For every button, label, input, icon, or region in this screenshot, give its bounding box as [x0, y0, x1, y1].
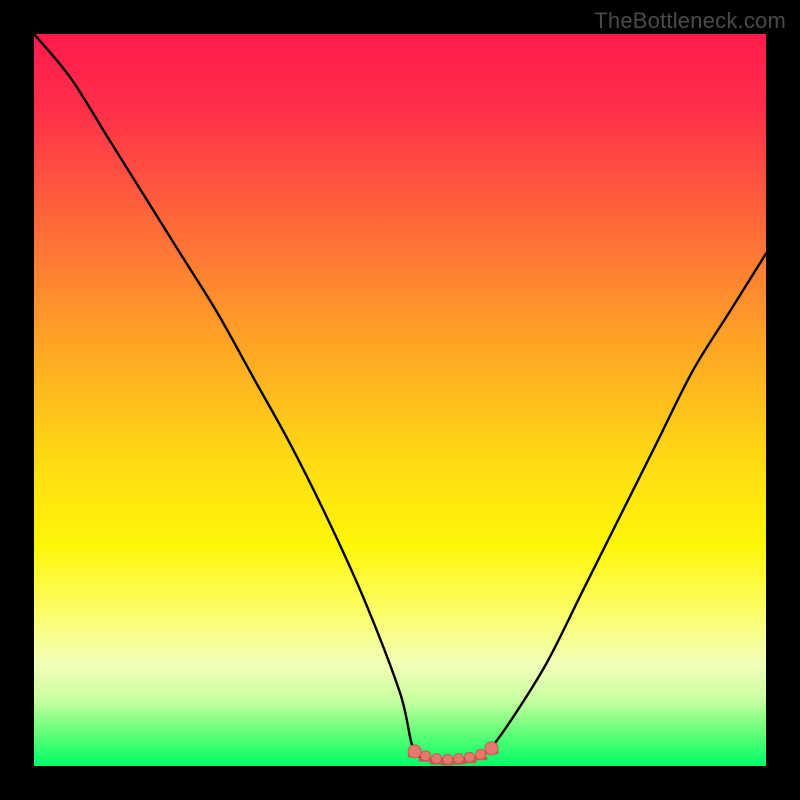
chart-frame: TheBottleneck.com [0, 0, 800, 800]
valley-marker-dot [476, 749, 486, 759]
valley-marker-dot [485, 742, 498, 755]
valley-marker-dot [443, 754, 453, 764]
valley-marker-dot [408, 745, 421, 758]
valley-marker-dot [454, 754, 464, 764]
watermark-text: TheBottleneck.com [594, 8, 786, 34]
valley-marker-dot [421, 751, 431, 761]
plot-area [34, 34, 766, 766]
valley-marker-dot [432, 754, 442, 764]
valley-marker-dot [465, 752, 475, 762]
bottleneck-curve [34, 34, 766, 766]
